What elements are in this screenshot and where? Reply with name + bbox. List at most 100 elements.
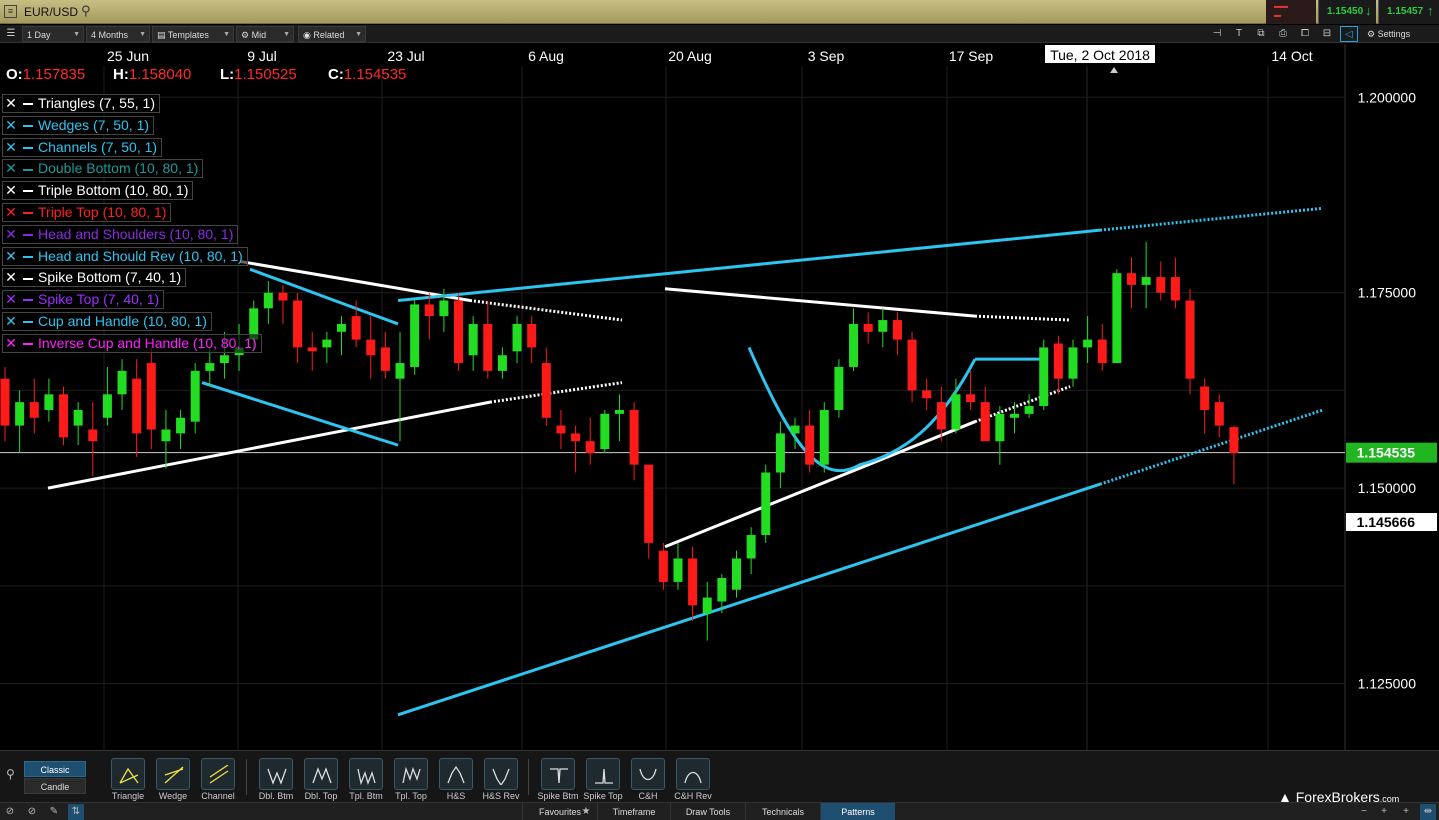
price-type-select[interactable]: ⚙ Mid ▼ xyxy=(236,26,294,42)
print-icon[interactable]: ⎙ xyxy=(1274,26,1292,42)
pattern-button[interactable] xyxy=(349,758,383,790)
pattern-button[interactable] xyxy=(439,758,473,790)
classic-mode-button[interactable]: Classic xyxy=(24,761,86,777)
legend-item[interactable]: ✕ Head and Shoulders (10, 80, 1) xyxy=(2,224,239,244)
pattern-button-label[interactable]: Dbl. Btm xyxy=(251,791,301,801)
price-chart[interactable]: 25 Jun 9 Jul 23 Jul 6 Aug 20 Aug 3 Sep 17 Sep 1… xyxy=(0,44,1439,750)
remove-icon[interactable]: ✕ xyxy=(3,291,19,308)
remove-icon[interactable]: ✕ xyxy=(3,95,19,112)
symbol-label[interactable]: EUR/USD xyxy=(24,5,78,19)
block-icon[interactable]: ⊘ xyxy=(24,804,40,820)
candle-body xyxy=(1200,386,1210,410)
ohlc-close: C:1.154535 xyxy=(328,66,407,83)
star-icon[interactable]: ★ xyxy=(578,804,594,820)
remove-icon[interactable]: ✕ xyxy=(3,226,19,243)
pattern-button-label[interactable]: C&H xyxy=(623,791,673,801)
triangle-upper-line xyxy=(239,259,471,302)
layers-icon[interactable]: ⧉ xyxy=(1252,26,1270,42)
legend-item[interactable]: ✕ Triangles (7, 55, 1) xyxy=(2,94,160,113)
candle-body xyxy=(366,339,376,356)
popout-icon[interactable]: ⧠ xyxy=(1296,26,1314,42)
pattern-button[interactable] xyxy=(484,758,518,790)
legend-item[interactable]: ✕ Cup and Handle (10, 80, 1) xyxy=(2,312,212,331)
legend-item[interactable]: ✕ Triple Bottom (10, 80, 1) xyxy=(2,181,194,201)
pattern-button-label[interactable]: Spike Btm xyxy=(533,791,583,801)
pattern-button-label[interactable]: C&H Rev xyxy=(668,791,718,801)
list-icon[interactable]: ☰ xyxy=(2,26,20,42)
remove-icon[interactable]: ✕ xyxy=(3,335,19,352)
legend-item[interactable]: ✕ Head and Should Rev (10, 80, 1) xyxy=(2,246,248,266)
cursor-icon[interactable]: ⊘ xyxy=(2,804,18,820)
candle-mode-button[interactable]: Candle xyxy=(24,778,86,794)
legend-item[interactable]: ✕ Inverse Cup and Handle (10, 80, 1) xyxy=(2,333,262,353)
pattern-button-label[interactable]: H&S xyxy=(431,791,481,801)
zoom-in-icon[interactable]: + xyxy=(1376,804,1392,820)
legend-item[interactable]: ✕ Double Bottom (10, 80, 1) xyxy=(2,159,204,179)
pattern-button-label[interactable]: Channel xyxy=(193,791,243,801)
search-icon[interactable]: ⚲ xyxy=(81,3,91,19)
pattern-button-label[interactable]: Spike Top xyxy=(578,791,628,801)
arrows-icon[interactable]: ⇅ xyxy=(68,804,84,820)
ask-price-box[interactable]: 1.15457 ↑ xyxy=(1378,0,1439,24)
pattern-button[interactable] xyxy=(676,758,710,790)
candle-body xyxy=(834,366,844,410)
tab-timeframe[interactable]: Timeframe xyxy=(597,803,670,820)
pencil-icon[interactable]: ✎ xyxy=(46,804,62,820)
draw-mode-icon[interactable]: ◁ xyxy=(1340,26,1358,42)
crosshair-icon[interactable]: ⊣ xyxy=(1208,26,1226,42)
remove-icon[interactable]: ✕ xyxy=(3,182,19,199)
candle-body xyxy=(395,363,405,379)
templates-select[interactable]: ▤ Templates ▼ xyxy=(152,26,234,42)
legend-item[interactable]: ✕ Spike Top (7, 40, 1) xyxy=(2,290,165,310)
remove-icon[interactable]: ✕ xyxy=(3,269,19,286)
zoom-out-icon[interactable]: − xyxy=(1356,804,1372,820)
pattern-button-label[interactable]: Tpl. Btm xyxy=(341,791,391,801)
pattern-button[interactable] xyxy=(201,758,235,790)
pattern-button[interactable] xyxy=(586,758,620,790)
remove-icon[interactable]: ✕ xyxy=(3,117,19,134)
range-select[interactable]: 4 Months ▼ xyxy=(86,26,150,42)
remove-icon[interactable]: ✕ xyxy=(3,139,19,156)
zoom-icon[interactable]: ⚲ xyxy=(6,767,15,781)
remove-icon[interactable]: ✕ xyxy=(3,160,19,177)
interval-select[interactable]: 1 Day ▼ xyxy=(22,26,84,42)
pattern-button[interactable] xyxy=(156,758,190,790)
pattern-button[interactable] xyxy=(111,758,145,790)
pattern-button[interactable] xyxy=(394,758,428,790)
legend-item[interactable]: ✕ Channels (7, 50, 1) xyxy=(2,137,163,157)
legend-label: Head and Shoulders (10, 80, 1) xyxy=(38,225,234,242)
ohlc-low: L:1.150525 xyxy=(220,66,297,83)
move-icon[interactable]: ⇹ xyxy=(1420,804,1436,820)
candle-body xyxy=(1214,402,1224,426)
y-tick-label: 1.200000 xyxy=(1358,89,1417,105)
bid-price: 1.15450 xyxy=(1327,6,1364,17)
line-style-icon xyxy=(23,125,33,128)
candle-body xyxy=(132,378,142,434)
tab-patterns[interactable]: Patterns xyxy=(820,803,895,820)
bid-price-box[interactable]: 1.15450 ↓ xyxy=(1318,0,1376,24)
remove-icon[interactable]: ✕ xyxy=(3,248,19,265)
legend-item[interactable]: ✕ Spike Bottom (7, 40, 1) xyxy=(2,268,187,288)
split-icon[interactable]: ⊟ xyxy=(1318,26,1336,42)
legend-item[interactable]: ✕ Wedges (7, 50, 1) xyxy=(2,115,155,135)
pattern-button[interactable] xyxy=(541,758,575,790)
pattern-button[interactable] xyxy=(259,758,293,790)
tab-technicals[interactable]: Technicals xyxy=(745,803,820,820)
tab-draw-tools[interactable]: Draw Tools xyxy=(670,803,745,820)
add-icon[interactable]: + xyxy=(1398,804,1414,820)
menu-icon[interactable]: ≡ xyxy=(4,5,17,18)
legend-item[interactable]: ✕ Triple Top (10, 80, 1) xyxy=(2,203,172,222)
text-icon[interactable]: T xyxy=(1230,26,1248,42)
candle-body xyxy=(468,323,478,356)
pattern-button-label[interactable]: Tpl. Top xyxy=(386,791,436,801)
pattern-button-label[interactable]: Wedge xyxy=(148,791,198,801)
pattern-button[interactable] xyxy=(304,758,338,790)
pattern-button-label[interactable]: Triangle xyxy=(103,791,153,801)
pattern-button-label[interactable]: H&S Rev xyxy=(476,791,526,801)
related-select[interactable]: ◉ Related ▼ xyxy=(298,26,366,42)
pattern-button[interactable] xyxy=(631,758,665,790)
pattern-button-label[interactable]: Dbl. Top xyxy=(296,791,346,801)
remove-icon[interactable]: ✕ xyxy=(3,313,19,330)
remove-icon[interactable]: ✕ xyxy=(3,204,19,221)
settings-button[interactable]: ⚙ Settings xyxy=(1363,26,1435,42)
